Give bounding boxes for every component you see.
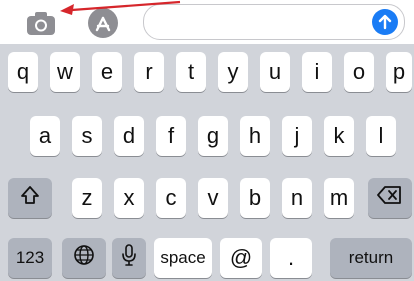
globe-icon — [73, 244, 95, 272]
delete-key[interactable] — [368, 178, 412, 218]
send-arrow-up-icon[interactable] — [372, 9, 398, 35]
delete-icon — [377, 185, 403, 211]
key-e[interactable]: e — [92, 52, 122, 92]
key-x[interactable]: x — [114, 178, 144, 218]
key-d[interactable]: d — [114, 116, 144, 156]
key-p[interactable]: p — [386, 52, 412, 92]
key-a[interactable]: a — [30, 116, 60, 156]
key-n[interactable]: n — [282, 178, 312, 218]
key-f[interactable]: f — [156, 116, 186, 156]
key-v[interactable]: v — [198, 178, 228, 218]
key-y[interactable]: y — [218, 52, 248, 92]
shift-icon — [19, 184, 41, 212]
key-o[interactable]: o — [344, 52, 374, 92]
dictation-key[interactable] — [112, 238, 146, 278]
key-j[interactable]: j — [282, 116, 312, 156]
key-r[interactable]: r — [134, 52, 164, 92]
at-key[interactable]: @ — [220, 238, 262, 278]
key-g[interactable]: g — [198, 116, 228, 156]
key-u[interactable]: u — [260, 52, 290, 92]
return-key[interactable]: return — [330, 238, 412, 278]
shift-key[interactable] — [8, 178, 52, 218]
camera-icon[interactable] — [24, 6, 58, 40]
message-toolbar — [0, 0, 414, 44]
key-w[interactable]: w — [50, 52, 80, 92]
key-s[interactable]: s — [72, 116, 102, 156]
app-store-icon[interactable] — [86, 6, 120, 40]
key-m[interactable]: m — [324, 178, 354, 218]
globe-key[interactable] — [62, 238, 106, 278]
numbers-key[interactable]: 123 — [8, 238, 52, 278]
space-key[interactable]: space — [154, 238, 212, 278]
key-q[interactable]: q — [8, 52, 38, 92]
key-l[interactable]: l — [366, 116, 396, 156]
microphone-icon — [120, 243, 138, 273]
key-b[interactable]: b — [240, 178, 270, 218]
keyboard: q w e r t y u i o p a s d f g h j k l z … — [0, 44, 414, 281]
key-c[interactable]: c — [156, 178, 186, 218]
key-k[interactable]: k — [324, 116, 354, 156]
key-z[interactable]: z — [72, 178, 102, 218]
key-t[interactable]: t — [176, 52, 206, 92]
period-key[interactable]: . — [270, 238, 312, 278]
key-h[interactable]: h — [240, 116, 270, 156]
key-i[interactable]: i — [302, 52, 332, 92]
message-input[interactable] — [143, 4, 405, 40]
